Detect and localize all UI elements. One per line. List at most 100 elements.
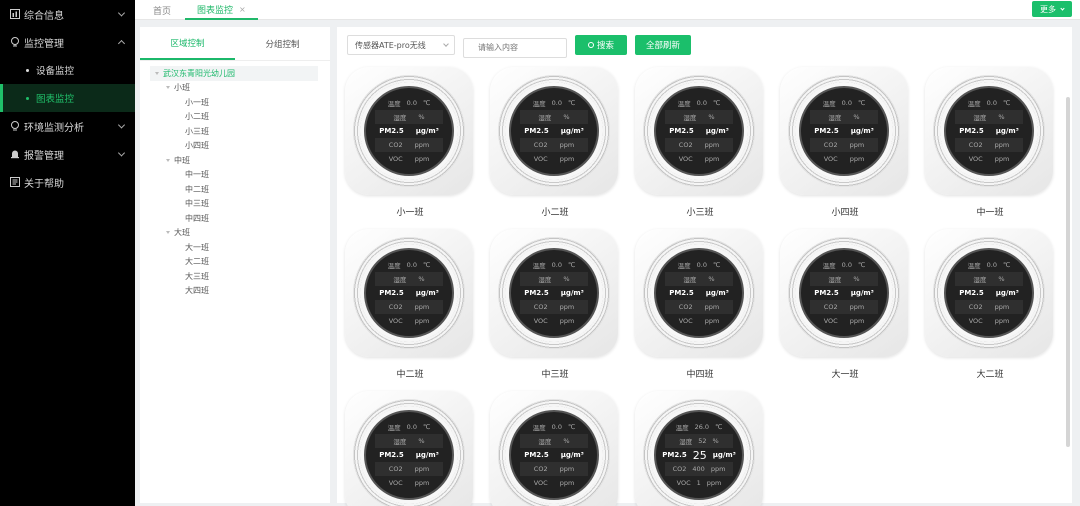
voc-row: VOC ppm xyxy=(955,314,1023,328)
sidebar-item-help[interactable]: 关于帮助 xyxy=(0,168,135,196)
device-card[interactable]: 温度 0.0 ℃ 湿度% PM2.5 μg/m³ CO2 ppm VOC ppm 中三班 xyxy=(490,229,620,380)
device-card[interactable]: 温度 0.0 ℃ 湿度% PM2.5 μg/m³ CO2 ppm VOC ppm 小一班 xyxy=(345,67,475,218)
tree-node-label: 大班 xyxy=(174,228,190,238)
tree-leaf[interactable]: 小二班 xyxy=(140,110,330,125)
device-card[interactable]: 温度 0.0 ℃ 湿度% PM2.5 μg/m³ CO2 ppm VOC ppm 小二班 xyxy=(490,67,620,218)
tree-leaf[interactable]: 小四班 xyxy=(140,139,330,154)
device-card[interactable]: 温度 0.0 ℃ 湿度% PM2.5 μg/m³ CO2 ppm VOC ppm 中四班 xyxy=(635,229,765,380)
device-card[interactable]: 温度 0.0 ℃ 湿度% PM2.5 μg/m³ CO2 ppm VOC ppm 大一班 xyxy=(780,229,910,380)
sidebar-subitem-device-monitor[interactable]: 设备监控 xyxy=(0,56,135,84)
device-type-select[interactable]: 传感器ATE-pro无线 xyxy=(347,35,455,55)
tree-leaf[interactable]: 中三班 xyxy=(140,197,330,212)
hum-row: 湿度% xyxy=(665,110,733,124)
tree-node-label: 武汉东青阳光幼儿园 xyxy=(163,68,235,78)
sensor-device-image: 温度 0.0 ℃ 湿度% PM2.5 μg/m³ CO2 ppm VOC ppm xyxy=(345,229,473,357)
search-button[interactable]: 搜索 xyxy=(575,35,627,55)
sidebar-subitem-chart-monitor[interactable]: 图表监控 xyxy=(0,84,135,112)
scrollbar[interactable] xyxy=(1066,97,1070,447)
tree-panel: 区域控制 分组控制 武汉东青阳光幼儿园 小班 小一班 小二班 小三班 小四班 中班 中一班中… xyxy=(140,27,330,503)
co2-unit: ppm xyxy=(704,303,720,311)
tree-group[interactable]: 小班 xyxy=(140,81,330,96)
sidebar-item-environment[interactable]: 环境监测分析 xyxy=(0,112,135,140)
temp-label: 温度 xyxy=(387,100,401,108)
temp-value: 0.0 xyxy=(696,99,708,107)
voc-unit: ppm xyxy=(849,317,865,325)
search-label: 搜索 xyxy=(596,41,614,51)
speaker-grille: 温度 0.0 ℃ 湿度% PM2.5 μg/m³ CO2 ppm VOC ppm xyxy=(353,75,465,187)
speaker-grille: 温度 0.0 ℃ 湿度% PM2.5 μg/m³ CO2 ppm VOC ppm xyxy=(498,75,610,187)
pm-unit: μg/m³ xyxy=(850,127,874,135)
co2-label: CO2 xyxy=(388,465,403,473)
tab-chart-monitor[interactable]: 图表监控 × xyxy=(185,0,258,20)
tree-leaf[interactable]: 小一班 xyxy=(140,95,330,110)
tree-root[interactable]: 武汉东青阳光幼儿园 xyxy=(150,66,318,81)
refresh-all-button[interactable]: 全部刷新 xyxy=(635,35,691,55)
device-card[interactable]: 温度 26.0 ℃ 湿度 52% PM2.5 25 μg/m³ CO2 400 ppm VOC 1 ppm xyxy=(635,391,765,506)
device-card[interactable]: 温度 0.0 ℃ 湿度% PM2.5 μg/m³ CO2 ppm VOC ppm 小三班 xyxy=(635,67,765,218)
hum-unit: % xyxy=(418,275,425,283)
co2-label: CO2 xyxy=(388,303,403,311)
tab-group-control[interactable]: 分组控制 xyxy=(235,27,330,60)
voc-unit: ppm xyxy=(414,317,430,325)
hum-unit: % xyxy=(853,275,860,283)
voc-unit: ppm xyxy=(704,155,720,163)
tree-leaf[interactable]: 中二班 xyxy=(140,182,330,197)
bezel: 温度 0.0 ℃ 湿度% PM2.5 μg/m³ CO2 ppm VOC ppm xyxy=(505,406,603,504)
temp-label: 温度 xyxy=(967,100,981,108)
sensor-screen: 温度 0.0 ℃ 湿度% PM2.5 μg/m³ CO2 ppm VOC ppm xyxy=(654,248,744,338)
tree-leaf[interactable]: 中一班 xyxy=(140,168,330,183)
pm-row: PM2.5 μg/m³ xyxy=(520,124,588,138)
search-input[interactable] xyxy=(463,37,567,58)
sidebar-item-alarm[interactable]: 报警管理 xyxy=(0,140,135,168)
hum-unit: % xyxy=(418,113,425,121)
search-wrap xyxy=(455,35,567,58)
device-card[interactable]: 温度 0.0 ℃ 湿度% PM2.5 μg/m³ CO2 ppm VOC ppm 中一班 xyxy=(925,67,1055,218)
sidebar-item-monitor[interactable]: 监控管理 xyxy=(0,28,135,56)
close-icon[interactable]: × xyxy=(239,5,246,14)
bullet-icon xyxy=(26,68,29,72)
device-card[interactable]: 温度 0.0 ℃ 湿度% PM2.5 μg/m³ CO2 ppm VOC ppm xyxy=(490,391,620,506)
tree-leaf[interactable]: 大二班 xyxy=(140,255,330,270)
device-card[interactable]: 温度 0.0 ℃ 湿度% PM2.5 μg/m³ CO2 ppm VOC ppm 中二班 xyxy=(345,229,475,380)
voc-label: VOC xyxy=(968,317,983,325)
bezel: 温度 0.0 ℃ 湿度% PM2.5 μg/m³ CO2 ppm VOC ppm xyxy=(650,244,748,342)
chevron-down-icon xyxy=(117,149,126,157)
device-card[interactable]: 温度 0.0 ℃ 湿度% PM2.5 μg/m³ CO2 ppm VOC ppm 小四班 xyxy=(780,67,910,218)
bezel: 温度 0.0 ℃ 湿度% PM2.5 μg/m³ CO2 ppm VOC ppm xyxy=(940,244,1038,342)
tree-group[interactable]: 中班 xyxy=(140,153,330,168)
voc-label: VOC xyxy=(823,317,838,325)
more-label: 更多 xyxy=(1040,4,1056,14)
temp-label: 温度 xyxy=(822,262,836,270)
more-button[interactable]: 更多 xyxy=(1032,1,1072,17)
voc-label: VOC xyxy=(678,155,693,163)
sidebar-item-overview[interactable]: 综合信息 xyxy=(0,0,135,28)
hum-label: 湿度 xyxy=(828,114,842,122)
caret-down-icon xyxy=(155,71,159,75)
device-card[interactable]: 温度 0.0 ℃ 湿度% PM2.5 μg/m³ CO2 ppm VOC ppm xyxy=(345,391,475,506)
voc-unit: ppm xyxy=(559,317,575,325)
tree-leaf[interactable]: 大三班 xyxy=(140,269,330,284)
co2-label: CO2 xyxy=(678,303,693,311)
tree-leaf[interactable]: 大一班 xyxy=(140,240,330,255)
tree-leaf[interactable]: 大四班 xyxy=(140,284,330,299)
sidebar-item-label: 综合信息 xyxy=(24,10,64,22)
co2-label: CO2 xyxy=(533,465,548,473)
bezel: 温度 26.0 ℃ 湿度 52% PM2.5 25 μg/m³ CO2 400 ppm VOC 1 ppm xyxy=(650,406,748,504)
tree-group[interactable]: 大班 xyxy=(140,226,330,241)
voc-row: VOC ppm xyxy=(520,152,588,166)
tab-area-control[interactable]: 区域控制 xyxy=(140,27,235,60)
co2-unit: ppm xyxy=(559,141,575,149)
voc-label: VOC xyxy=(676,479,691,487)
tree-leaf[interactable]: 小三班 xyxy=(140,124,330,139)
speaker-grille: 温度 0.0 ℃ 湿度% PM2.5 μg/m³ CO2 ppm VOC ppm xyxy=(788,75,900,187)
co2-unit: ppm xyxy=(994,303,1010,311)
tab-home[interactable]: 首页 xyxy=(153,0,171,20)
temp-unit: ℃ xyxy=(423,423,431,431)
device-card[interactable]: 温度 0.0 ℃ 湿度% PM2.5 μg/m³ CO2 ppm VOC ppm 大二班 xyxy=(925,229,1055,380)
tree-leaf[interactable]: 中四班 xyxy=(140,211,330,226)
pm-label: PM2.5 xyxy=(814,289,839,297)
hum-row: 湿度% xyxy=(520,110,588,124)
pm-row: PM2.5 μg/m³ xyxy=(665,124,733,138)
hum-unit: % xyxy=(708,275,715,283)
area-tree: 武汉东青阳光幼儿园 小班 小一班 小二班 小三班 小四班 中班 中一班 中二班 中三班 中四班大班… xyxy=(140,61,330,298)
